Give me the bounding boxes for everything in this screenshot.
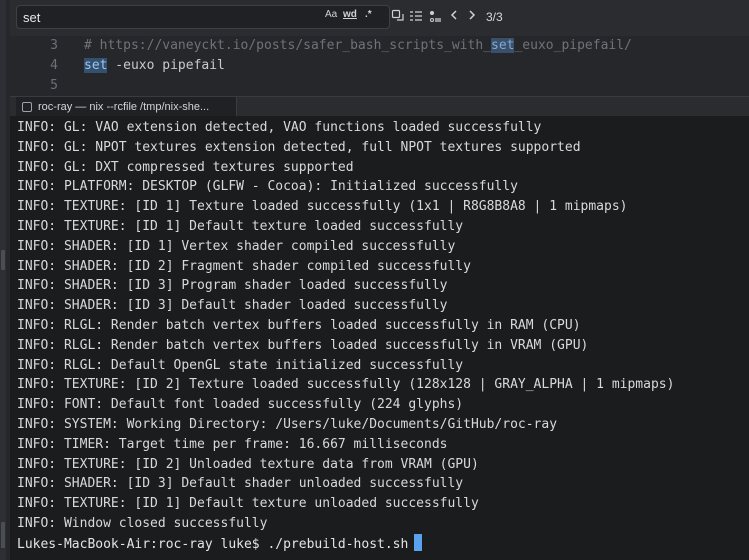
editor-line: 5: [10, 76, 749, 96]
search-settings-button[interactable]: [427, 9, 443, 25]
match-count: 3/3: [486, 10, 503, 24]
code-text: # https://vaneyckt.io/posts/safer_bash_s…: [84, 36, 632, 56]
selection-search-button[interactable]: [408, 9, 424, 25]
current-search-match: set: [84, 58, 108, 73]
terminal-tab[interactable]: roc-ray — nix --rcfile /tmp/nix-she...: [16, 97, 237, 117]
chevron-left-icon: [450, 10, 457, 20]
list-filter-icon: [410, 11, 422, 21]
shell-prompt: Lukes-MacBook-Air:roc-ray luke$ ./prebui…: [17, 536, 409, 552]
whole-word-toggle[interactable]: wd: [343, 9, 357, 20]
next-match-button[interactable]: [464, 9, 480, 25]
search-input[interactable]: [23, 6, 313, 28]
terminal-line: INFO: SYSTEM: Working Directory: /Users/…: [17, 417, 558, 432]
code-text: set -euxo pipefail: [84, 56, 225, 76]
terminal-tab-label: roc-ray — nix --rcfile /tmp/nix-she...: [38, 101, 210, 113]
select-all-matches-button[interactable]: [390, 9, 406, 25]
terminal-line: INFO: TEXTURE: [ID 1] Default texture lo…: [17, 219, 464, 234]
chevron-right-icon: [469, 10, 476, 20]
comment-text: # https://vaneyckt.io/posts/safer_bash_s…: [84, 38, 491, 53]
options-icon: [430, 11, 441, 22]
terminal-line: INFO: RLGL: Render batch vertex buffers …: [17, 318, 581, 333]
search-box[interactable]: Aa wd .*: [16, 5, 390, 29]
terminal-line: INFO: GL: NPOT textures extension detect…: [17, 139, 581, 155]
regex-toggle[interactable]: .*: [365, 9, 372, 20]
left-gutter-strip: [0, 0, 6, 560]
terminal-line: INFO: SHADER: [ID 1] Vertex shader compi…: [17, 238, 456, 254]
terminal-line: INFO: RLGL: Render batch vertex buffers …: [17, 337, 589, 353]
code-editor[interactable]: 3 # https://vaneyckt.io/posts/safer_bash…: [10, 36, 749, 96]
previous-match-button[interactable]: [446, 9, 462, 25]
search-match-highlight: set: [491, 38, 515, 53]
terminal-line: INFO: SHADER: [ID 2] Fragment shader com…: [17, 258, 471, 274]
terminal-line: INFO: SHADER: [ID 3] Program shader load…: [17, 278, 448, 294]
terminal-line: INFO: TEXTURE: [ID 2] Texture loaded suc…: [17, 377, 675, 393]
terminal-line: INFO: SHADER: [ID 3] Default shader unlo…: [17, 476, 464, 492]
terminal-line: INFO: SHADER: [ID 3] Default shader load…: [17, 298, 448, 314]
terminal-line: INFO: TEXTURE: [ID 1] Default texture un…: [17, 496, 479, 512]
terminal-line: INFO: GL: VAO extension detected, VAO fu…: [17, 120, 542, 135]
terminal-line: INFO: GL: DXT compressed textures suppor…: [17, 159, 354, 175]
terminal-line: INFO: Window closed successfully: [17, 516, 268, 531]
editor-line: 4 set -euxo pipefail: [10, 56, 749, 76]
terminal-cursor: [414, 533, 423, 551]
terminal-tab-bar: roc-ray — nix --rcfile /tmp/nix-she...: [10, 96, 749, 117]
terminal-line: INFO: PLATFORM: DESKTOP (GLFW - Cocoa): …: [17, 179, 518, 195]
line-number: 3: [50, 38, 58, 53]
line-number: 4: [50, 58, 58, 73]
scroll-marker: [1, 522, 5, 548]
line-number: 5: [50, 78, 58, 93]
terminal-line: INFO: FONT: Default font loaded successf…: [17, 397, 464, 413]
terminal-line: INFO: TEXTURE: [ID 1] Texture loaded suc…: [17, 199, 628, 215]
terminal-line: INFO: TEXTURE: [ID 2] Unloaded texture d…: [17, 456, 479, 472]
terminal-icon: [22, 102, 32, 112]
scroll-marker: [1, 250, 5, 270]
terminal-prompt-line[interactable]: Lukes-MacBook-Air:roc-ray luke$ ./prebui…: [17, 533, 423, 554]
terminal-line: INFO: TIMER: Target time per frame: 16.6…: [17, 436, 448, 452]
editor-line: 3 # https://vaneyckt.io/posts/safer_bash…: [10, 36, 749, 56]
match-case-toggle[interactable]: Aa: [325, 9, 337, 20]
code-rest: -euxo pipefail: [107, 58, 225, 73]
replace-icon: [391, 9, 404, 21]
find-bar: Aa wd .* 3/3: [10, 0, 749, 37]
terminal-line: INFO: RLGL: Default OpenGL state initial…: [17, 357, 464, 373]
terminal-output[interactable]: INFO: GL: VAO extension detected, VAO fu…: [10, 116, 749, 560]
comment-text: _euxo_pipefail/: [514, 38, 632, 53]
